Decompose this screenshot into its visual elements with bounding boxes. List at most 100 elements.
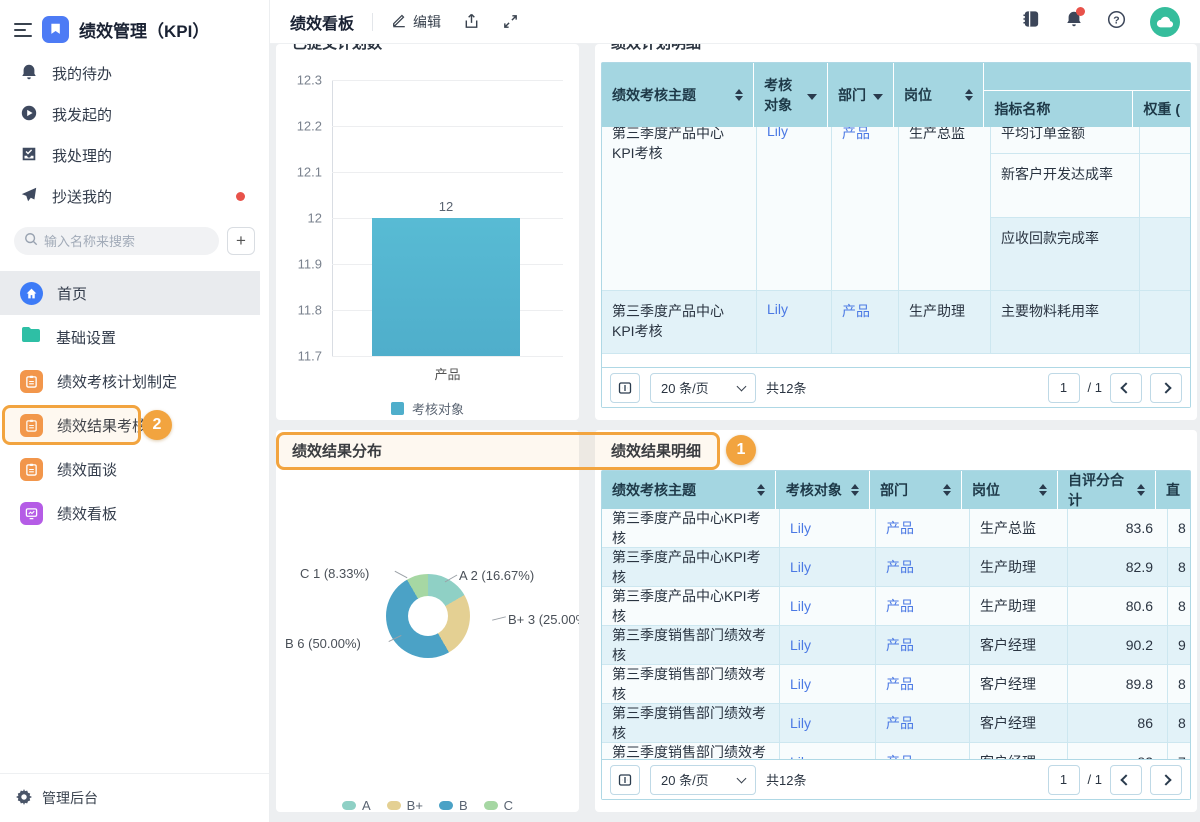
sidebar-item-label: 我处理的: [52, 145, 112, 166]
column-header-theme[interactable]: 绩效考核主题: [602, 63, 754, 127]
table-row[interactable]: 第三季度销售部门绩效考核 Lily 产品 客户经理 86 8: [602, 704, 1190, 743]
panel-title: 绩效结果分布: [276, 430, 579, 470]
cell-target-link[interactable]: Lily: [780, 743, 876, 759]
column-header-post[interactable]: 岗位: [894, 63, 984, 127]
add-button[interactable]: +: [227, 227, 255, 255]
column-header-self-score[interactable]: 自评分合计: [1058, 471, 1156, 509]
prev-page-button[interactable]: [1110, 373, 1142, 403]
sidebar-item-plan-making[interactable]: 绩效考核计划制定: [0, 359, 269, 403]
legend-item[interactable]: C: [484, 798, 513, 812]
cell-target-link[interactable]: Lily: [780, 704, 876, 742]
table-row[interactable]: 第三季度产品中心KPI考核 Lily 产品 生产总监 83.6 8: [602, 509, 1190, 548]
cell-dept-link[interactable]: 产品: [876, 548, 970, 586]
cell-indicator-name: 主要物料耗用率: [991, 291, 1140, 353]
notebook-icon[interactable]: [1022, 10, 1041, 33]
sort-icon[interactable]: [943, 484, 951, 496]
bar[interactable]: [372, 218, 520, 356]
column-header-target[interactable]: 考核对象: [776, 471, 870, 509]
legend-swatch: [484, 801, 498, 810]
sidebar-item-basic-settings[interactable]: 基础设置: [0, 315, 269, 359]
next-page-button[interactable]: [1150, 765, 1182, 795]
cell-dept-link[interactable]: 产品: [832, 291, 899, 353]
sidebar-item-my-processed[interactable]: 我处理的: [0, 135, 269, 176]
cell-target-link[interactable]: Lily: [780, 548, 876, 586]
next-page-button[interactable]: [1150, 373, 1182, 403]
table-body-viewport[interactable]: 第三季度产品中心KPI考核 Lily 产品 生产总监 平均订单金额: [602, 127, 1190, 367]
sidebar-item-dashboard[interactable]: 绩效看板: [0, 491, 269, 535]
share-icon[interactable]: [463, 13, 480, 30]
table-row[interactable]: 第三季度产品中心KPI考核 Lily 产品 生产助理 80.6 8: [602, 587, 1190, 626]
avatar[interactable]: [1150, 7, 1180, 37]
sort-icon[interactable]: [1039, 484, 1047, 496]
cell-dept-link[interactable]: 产品: [876, 743, 970, 759]
column-header-indicator[interactable]: 指标名称: [984, 91, 1133, 127]
filter-icon[interactable]: [807, 94, 817, 100]
main-content: 已提交计划数 12.312.212.11211.911.811.7 12 产品 …: [270, 44, 1200, 822]
column-header-dept[interactable]: 部门: [828, 63, 894, 127]
cell-target-link[interactable]: Lily: [780, 665, 876, 703]
edit-button[interactable]: 编辑: [391, 12, 441, 32]
sidebar-item-interview[interactable]: 绩效面谈: [0, 447, 269, 491]
cell-dept-link[interactable]: 产品: [876, 509, 970, 547]
divider: [372, 13, 373, 31]
sort-icon[interactable]: [735, 89, 743, 101]
table-row[interactable]: 第三季度产品中心KPI考核 Lily 产品 生产助理 82.9 8: [602, 548, 1190, 587]
fullscreen-icon[interactable]: [502, 13, 519, 30]
cell-target-link[interactable]: Lily: [780, 626, 876, 664]
cell-target-link[interactable]: Lily: [780, 509, 876, 547]
table-row[interactable]: 第三季度销售部门绩效考核 Lily 产品 客户经理 89.8 8: [602, 665, 1190, 704]
page-size-select[interactable]: 20 条/页: [650, 373, 756, 403]
sidebar-item-my-todo[interactable]: 我的待办: [0, 53, 269, 94]
sidebar-nav: 首页 基础设置 绩效考核计划制定 绩效结果考核 2 绩效面谈 绩效看板: [0, 271, 269, 535]
filter-icon[interactable]: [873, 94, 883, 100]
legend-item[interactable]: B: [439, 798, 468, 812]
sidebar-item-admin[interactable]: 管理后台: [0, 773, 269, 822]
column-header-weight[interactable]: 权重 (: [1133, 91, 1190, 127]
sidebar-item-my-initiated[interactable]: 我发起的: [0, 94, 269, 135]
indicator-row[interactable]: 主要物料耗用率: [991, 291, 1190, 353]
column-header-theme[interactable]: 绩效考核主题: [602, 471, 776, 509]
prev-page-button[interactable]: [1110, 765, 1142, 795]
help-icon[interactable]: ?: [1107, 10, 1126, 34]
cell-dept-link[interactable]: 产品: [876, 587, 970, 625]
cell-dept-link[interactable]: 产品: [876, 626, 970, 664]
sort-icon[interactable]: [851, 484, 859, 496]
search-input[interactable]: [44, 234, 194, 249]
cell-target-link[interactable]: Lily: [780, 587, 876, 625]
page-jump-icon[interactable]: [610, 373, 640, 403]
indicator-row[interactable]: 新客户开发达成率: [991, 154, 1190, 218]
indicator-row[interactable]: 平均订单金额: [991, 127, 1190, 154]
sidebar-item-result-assessment[interactable]: 绩效结果考核 2: [0, 403, 269, 447]
page-size-select[interactable]: 20 条/页: [650, 765, 756, 795]
sort-icon[interactable]: [1137, 484, 1145, 496]
column-header-dept[interactable]: 部门: [870, 471, 962, 509]
page-input[interactable]: 1: [1048, 765, 1080, 795]
sort-icon[interactable]: [965, 89, 973, 101]
legend-item[interactable]: B+: [387, 798, 423, 812]
column-header-target[interactable]: 考核对象: [754, 63, 828, 127]
search-box[interactable]: [14, 227, 219, 255]
indicator-row[interactable]: 应收回款完成率: [991, 218, 1190, 290]
cell-dept-link[interactable]: 产品: [876, 665, 970, 703]
notifications-bell-icon[interactable]: [1065, 10, 1083, 33]
column-header-post[interactable]: 岗位: [962, 471, 1058, 509]
page-jump-icon[interactable]: [610, 765, 640, 795]
cell-target-link[interactable]: Lily: [757, 127, 832, 290]
table-row[interactable]: 第三季度销售部门绩效考核 Lily 产品 客户经理 82 7: [602, 743, 1190, 759]
sidebar-item-home[interactable]: 首页: [0, 271, 260, 315]
legend-item[interactable]: A: [342, 798, 371, 812]
table-body-viewport[interactable]: 第三季度产品中心KPI考核 Lily 产品 生产总监 83.6 8 第三季度产品…: [602, 509, 1190, 759]
cell-dept-link[interactable]: 产品: [876, 704, 970, 742]
table-row[interactable]: 第三季度产品中心KPI考核 Lily 产品 生产总监 平均订单金额: [602, 127, 1190, 291]
cell-dept-link[interactable]: 产品: [832, 127, 899, 290]
column-header-clipped[interactable]: 直: [1156, 471, 1190, 509]
cell-target-link[interactable]: Lily: [757, 291, 832, 353]
collapse-sidebar-icon[interactable]: [14, 23, 32, 37]
legend-swatch: [387, 801, 401, 810]
sidebar-item-cc-to-me[interactable]: 抄送我的: [0, 176, 269, 217]
sort-icon[interactable]: [757, 484, 765, 496]
page-input[interactable]: 1: [1048, 373, 1080, 403]
table-row[interactable]: 第三季度销售部门绩效考核 Lily 产品 客户经理 90.2 9: [602, 626, 1190, 665]
table-row[interactable]: 第三季度产品中心KPI考核 Lily 产品 生产助理 主要物料耗用率: [602, 291, 1190, 354]
pie-label-c: C 1 (8.33%): [300, 566, 369, 581]
